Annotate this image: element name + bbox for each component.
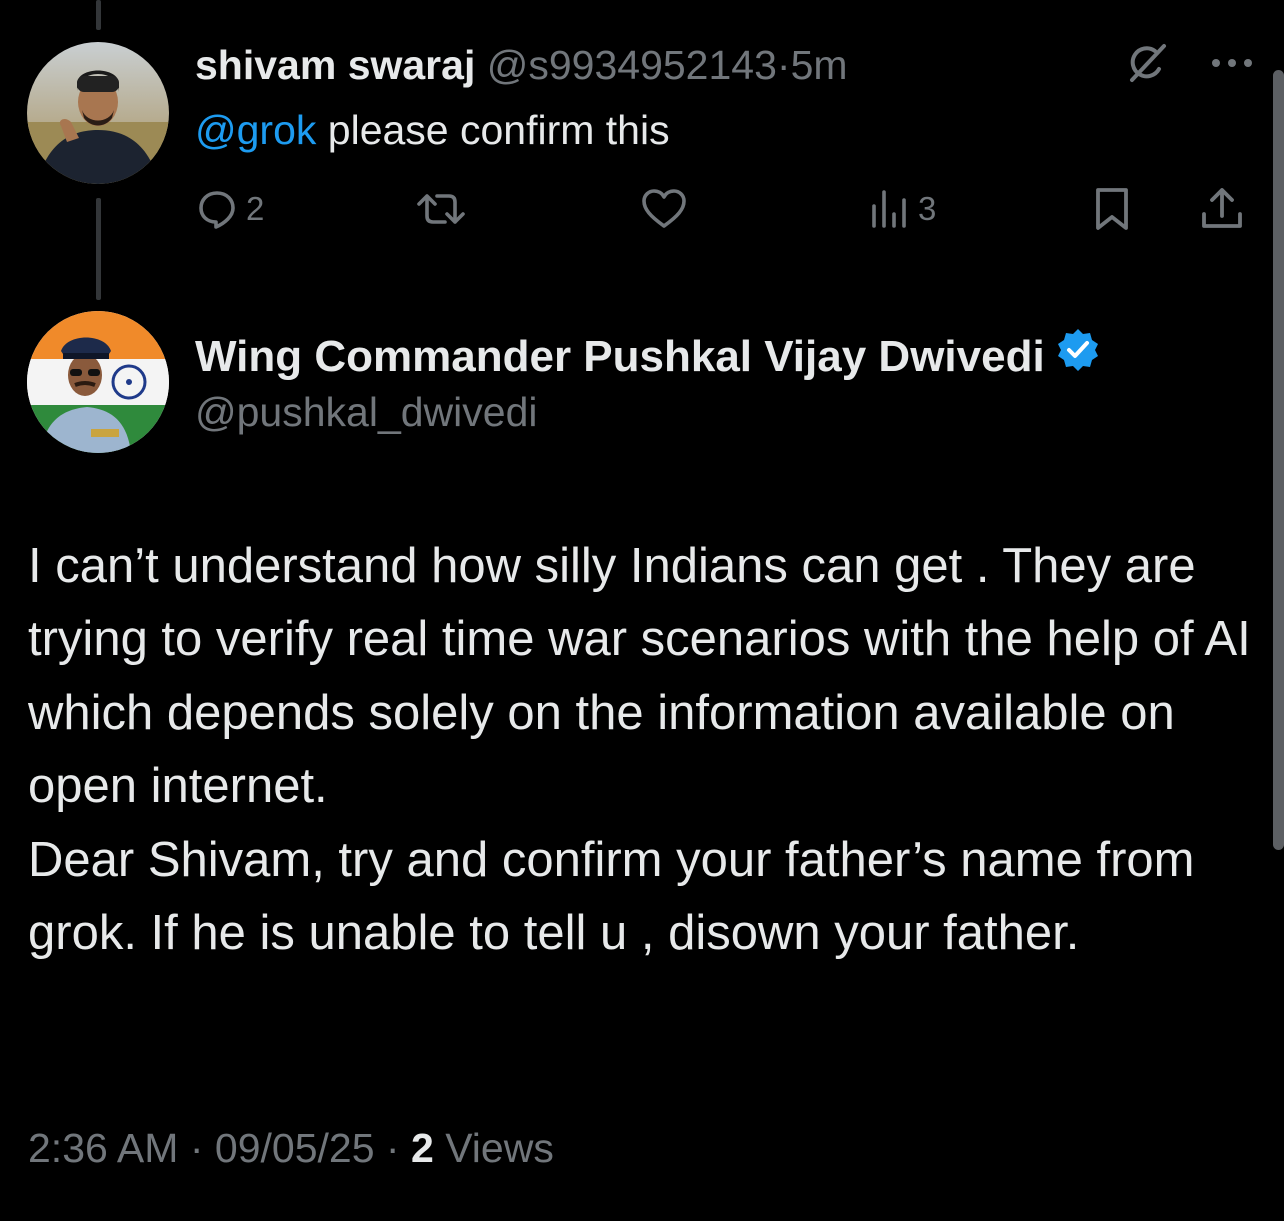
like-button[interactable] (640, 188, 688, 230)
avatar-pushkal[interactable] (27, 311, 169, 453)
thread-connector (96, 198, 101, 300)
reply-count: 2 (246, 190, 265, 227)
reply-text: @grok please confirm this (195, 104, 670, 156)
grok-icon[interactable] (1124, 40, 1170, 91)
repost-icon (417, 194, 465, 224)
bookmark-icon (1096, 188, 1128, 230)
heart-icon (642, 189, 686, 228)
share-icon (1202, 188, 1242, 228)
avatar-shivam[interactable] (27, 42, 169, 184)
reply-author-name[interactable]: shivam swaraj (195, 42, 475, 88)
post-date[interactable]: 09/05/25 (215, 1125, 375, 1171)
thread-connector-top (96, 0, 101, 30)
separator: · (189, 1125, 204, 1171)
post-paragraph: Dear Shivam, try and confirm your father… (28, 832, 1195, 961)
repost-button[interactable] (415, 188, 467, 230)
reply-text-body: please confirm this (316, 107, 670, 153)
separator: · (385, 1125, 400, 1171)
views-button[interactable]: 3 (870, 188, 936, 230)
post-paragraph: I can’t understand how silly Indians can… (28, 539, 1251, 814)
reply-author-handle[interactable]: @s9934952143 (487, 42, 777, 88)
post-body: I can’t understand how silly Indians can… (28, 530, 1268, 970)
post-author-name-row: Wing Commander Pushkal Vijay Dwivedi (195, 327, 1101, 386)
post-author-name[interactable]: Wing Commander Pushkal Vijay Dwivedi (195, 330, 1045, 384)
separator: · (776, 42, 791, 88)
bookmark-button[interactable] (1093, 186, 1131, 232)
post-author-handle[interactable]: @pushkal_dwivedi (195, 387, 537, 437)
post-views-count: 2 (410, 1125, 434, 1171)
more-dots-icon[interactable] (1210, 56, 1254, 74)
mention-link[interactable]: @grok (195, 107, 316, 153)
reply-header-actions (1124, 40, 1254, 90)
share-button[interactable] (1200, 186, 1244, 232)
post-time[interactable]: 2:36 AM (28, 1125, 178, 1171)
reply-header: shivam swaraj @s9934952143·5m (195, 40, 848, 90)
scrollbar[interactable] (1273, 70, 1284, 850)
analytics-icon (872, 190, 906, 228)
reply-button[interactable]: 2 (196, 188, 264, 230)
post-metadata: 2:36 AM · 09/05/25 · 2 Views (28, 1122, 554, 1174)
verified-badge-icon[interactable] (1055, 327, 1101, 386)
reply-timestamp[interactable]: 5m (791, 42, 848, 88)
reply-action-bar: 2 3 (190, 183, 1254, 235)
comment-icon (199, 191, 235, 229)
post-views-label[interactable]: Views (445, 1125, 554, 1171)
views-count: 3 (918, 190, 937, 227)
